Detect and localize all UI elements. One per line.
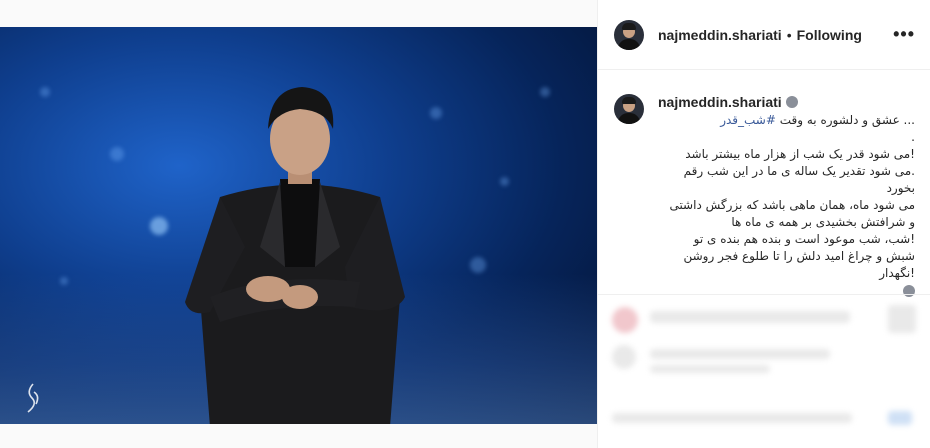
caption-line: !می شود قدر یک شب از هزار ماه بیشتر باشد <box>685 147 915 161</box>
blurred-avatar <box>612 345 636 369</box>
man-in-suit-figure <box>185 87 405 424</box>
bokeh-light <box>470 257 486 273</box>
caption-line: می شود ماه، همان ماهی باشد که بزرگش داشت… <box>669 198 915 212</box>
caption-username-link[interactable]: najmeddin.shariati <box>658 94 782 110</box>
avatar[interactable] <box>614 19 644 50</box>
blurred-text <box>650 349 830 359</box>
avatar[interactable] <box>614 94 644 124</box>
caption-line: !نگهدار <box>879 266 915 280</box>
bokeh-light <box>500 177 509 186</box>
caption-text: ... عشق و دلشوره به وقت #شب_قدر . !می شو… <box>658 112 915 299</box>
caption-line: .می شود تقدیر یک ساله ی ما در این شب رقم… <box>683 164 915 195</box>
more-options-icon[interactable]: ••• <box>893 24 915 45</box>
caption-line: شبش و چراغ امید دلش را تا طلوع فجر روشن <box>683 249 915 263</box>
following-button[interactable]: Following <box>797 27 862 43</box>
bokeh-light <box>40 87 50 97</box>
bokeh-light <box>540 87 550 97</box>
bokeh-light <box>110 147 124 161</box>
moon-emoji-icon <box>785 96 798 108</box>
blurred-text <box>612 413 852 423</box>
caption: najmeddin.shariati ... عشق و دلشوره به و… <box>598 70 930 299</box>
post-header: najmeddin.shariati • Following ••• <box>598 0 930 70</box>
caption-body: najmeddin.shariati ... عشق و دلشوره به و… <box>658 94 915 299</box>
signature-logo <box>27 383 39 413</box>
caption-line: . <box>911 130 915 144</box>
blurred-thumbnail <box>888 305 916 333</box>
caption-line: !شب، شب موعود است و بنده هم بنده ی تو <box>693 232 915 246</box>
post-sidebar: najmeddin.shariati • Following ••• najme… <box>597 0 930 448</box>
caption-line: و شرافتش بخشیدی بر همه ی ماه ها <box>731 215 915 229</box>
blurred-text <box>650 311 850 323</box>
caption-line: ... عشق و دلشوره به وقت #شب_قدر <box>720 113 915 127</box>
blurred-text <box>650 365 770 373</box>
hashtag-link[interactable]: #شب_قدر <box>720 113 776 127</box>
separator-dot: • <box>786 26 792 43</box>
username-link[interactable]: najmeddin.shariati <box>658 27 782 43</box>
blurred-comments-area <box>598 294 930 448</box>
blurred-avatar <box>612 307 638 333</box>
post-image[interactable] <box>0 27 597 424</box>
blurred-post-button <box>888 411 912 425</box>
